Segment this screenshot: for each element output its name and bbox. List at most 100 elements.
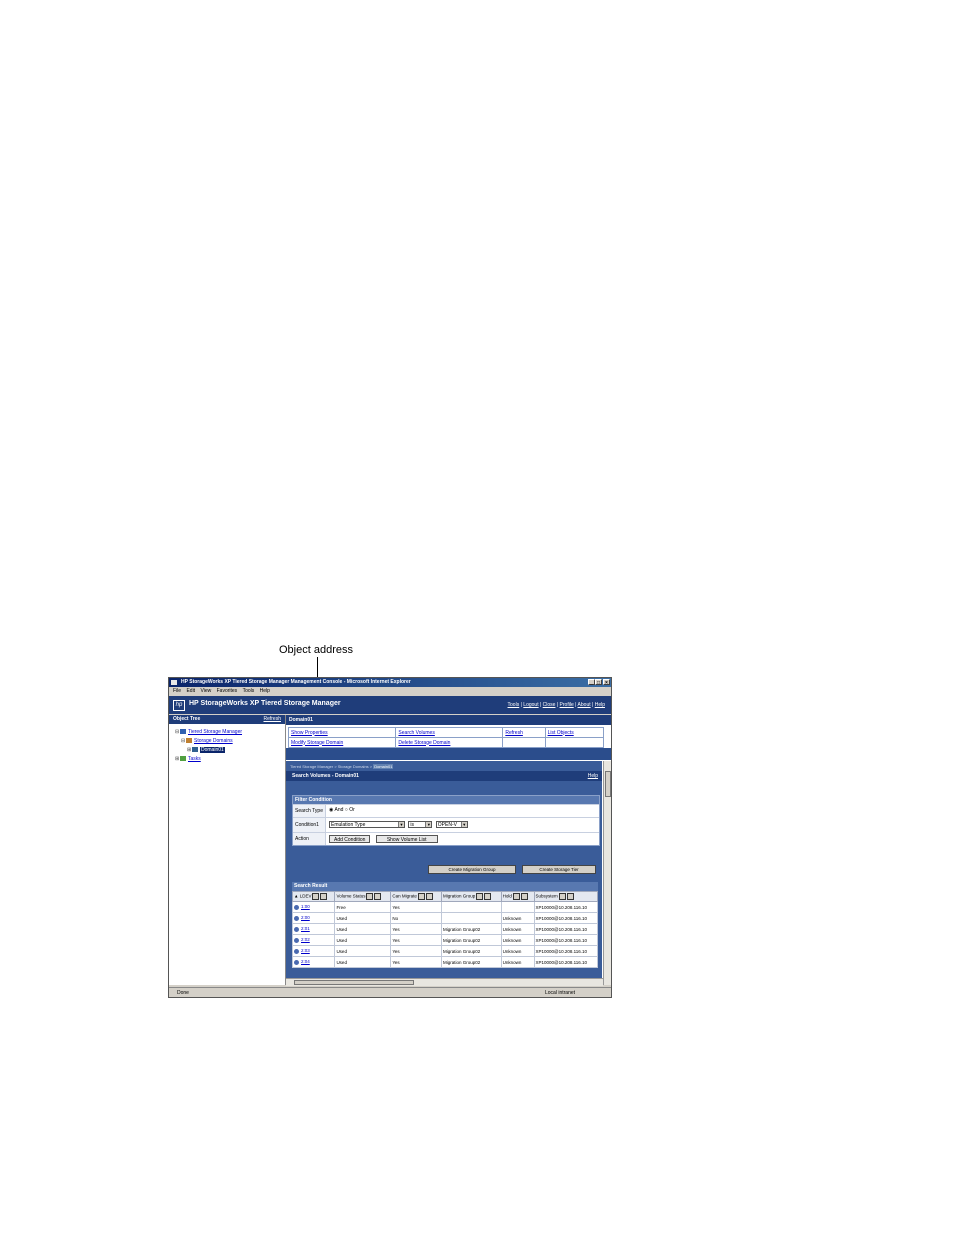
close-link[interactable]: Close (543, 702, 556, 708)
condition-operator-select[interactable]: is ▼ (408, 821, 433, 828)
table-cell: XP10000@10.208.116.10 (533, 923, 599, 935)
column-header-can-migrate[interactable]: Can Migrate (390, 891, 442, 902)
search-volumes-link[interactable]: Search Volumes (398, 730, 434, 736)
menu-help[interactable]: Help (260, 688, 270, 694)
tree-item-label[interactable]: Tiered Storage Manager (188, 729, 242, 735)
tree-item-tasks[interactable]: ⊞ Tasks (175, 756, 201, 762)
status-text: Done (177, 990, 189, 996)
maximize-button[interactable]: □ (595, 679, 602, 686)
horizontal-scrollbar[interactable] (286, 978, 603, 986)
domain-header: Domain01 (286, 715, 611, 725)
table-cell: Free (334, 901, 392, 913)
tree-item-label-selected[interactable]: Domain01 (200, 747, 225, 753)
show-properties-link[interactable]: Show Properties (291, 730, 328, 736)
menu-edit[interactable]: Edit (186, 688, 195, 694)
minimize-button[interactable]: _ (588, 679, 595, 686)
divider (286, 748, 611, 760)
condition-value-select[interactable]: OPEN-V ▼ (435, 821, 468, 828)
status-bar: Done Local intranet (169, 987, 611, 997)
refresh-link[interactable]: Refresh (505, 730, 523, 736)
table-row: 1:00 Free Yes XP10000@10.208.116.10 (291, 901, 599, 913)
menu-file[interactable]: File (173, 688, 181, 694)
condition-row: Condition1 Emulation Type ▼ is ▼ OPEN-V ▼ (293, 817, 599, 832)
column-label: ▲ LDEV (294, 893, 312, 899)
object-tree-header: Object Tree Refresh (169, 715, 285, 724)
ldev-link[interactable]: 2:01 (301, 926, 310, 931)
add-condition-button[interactable]: Add Condition (329, 835, 371, 843)
sort-desc-icon[interactable] (484, 893, 492, 900)
close-button[interactable]: × (603, 679, 610, 686)
sort-desc-icon[interactable] (566, 893, 574, 900)
tree-item-storage-domains[interactable]: ⊟ Storage Domains (181, 738, 233, 744)
condition-field-select[interactable]: Emulation Type ▼ (329, 821, 405, 828)
sort-asc-icon[interactable] (512, 893, 520, 900)
chevron-down-icon: ▼ (425, 822, 432, 827)
storage-domains-icon (186, 738, 192, 744)
tree-item-label[interactable]: Storage Domains (194, 738, 233, 744)
about-link[interactable]: About (578, 702, 591, 708)
help-link[interactable]: Help (595, 702, 605, 708)
column-header-subsystem[interactable]: Subsystem (533, 891, 599, 902)
tree-item-tiered-storage-manager[interactable]: ⊟ Tiered Storage Manager (175, 729, 242, 735)
table-cell: Unknown (500, 934, 535, 946)
create-migration-group-button[interactable]: Create Migration Group (428, 865, 516, 874)
tree-refresh-link[interactable]: Refresh (263, 715, 281, 724)
action-row: Action Add Condition Show Volume List (293, 832, 599, 845)
breadcrumb: Tiered Storage Manager > Storage Domains… (290, 764, 394, 769)
create-storage-tier-button[interactable]: Create Storage Tier (522, 865, 596, 874)
search-volumes-panel: Tiered Storage Manager > Storage Domains… (286, 761, 602, 985)
sort-asc-icon[interactable] (312, 893, 320, 900)
table-cell: Unknown (500, 945, 535, 957)
sort-asc-icon[interactable] (417, 893, 425, 900)
menu-favorites[interactable]: Favorites (217, 688, 238, 694)
tools-link[interactable]: Tools (508, 702, 520, 708)
radio-or-icon[interactable]: ○ (345, 807, 348, 813)
logout-link[interactable]: Logout (523, 702, 538, 708)
table-cell: Migration Group02 (440, 956, 502, 968)
column-header-migration-group[interactable]: Migration Group (440, 891, 502, 902)
profile-link[interactable]: Profile (560, 702, 574, 708)
volume-icon (294, 926, 299, 932)
sort-asc-icon[interactable] (558, 893, 566, 900)
sort-desc-icon[interactable] (320, 893, 328, 900)
sort-desc-icon[interactable] (520, 893, 528, 900)
scrollbar-thumb[interactable] (294, 980, 414, 985)
sort-desc-icon[interactable] (374, 893, 382, 900)
ldev-link[interactable]: 2:00 (301, 915, 310, 920)
ldev-link[interactable]: 2:02 (301, 937, 310, 942)
table-cell: Used (334, 934, 392, 946)
action-buttons: Add Condition Show Volume List (329, 835, 442, 843)
menu-view[interactable]: View (200, 688, 211, 694)
column-header-hold[interactable]: Hold (500, 891, 535, 902)
scrollbar-thumb[interactable] (605, 771, 611, 797)
condition-controls: Emulation Type ▼ is ▼ OPEN-V ▼ (329, 821, 470, 828)
sort-asc-icon[interactable] (366, 893, 374, 900)
list-objects-link[interactable]: List Objects (548, 730, 574, 736)
menu-tools[interactable]: Tools (243, 688, 255, 694)
column-label: Migration Group (442, 893, 476, 899)
delete-storage-domain-link[interactable]: Delete Storage Domain (398, 740, 450, 746)
tree-item-domain01[interactable]: ⊞ Domain01 (187, 747, 225, 753)
table-cell: Yes (390, 934, 442, 946)
table-cell: Unknown (500, 923, 535, 935)
ldev-link[interactable]: 2:04 (301, 959, 310, 964)
volume-icon (294, 948, 299, 954)
breadcrumb-path[interactable]: Tiered Storage Manager > Storage Domains… (290, 764, 373, 769)
column-header-volume-status[interactable]: Volume Status (334, 891, 392, 902)
ldev-link[interactable]: 2:03 (301, 948, 310, 953)
vertical-scrollbar[interactable] (603, 761, 611, 985)
panel-help-link[interactable]: Help (588, 771, 598, 781)
volume-icon (294, 915, 299, 921)
window-title: HP StorageWorks XP Tiered Storage Manage… (181, 679, 411, 685)
volume-icon (294, 937, 299, 943)
modify-storage-domain-link[interactable]: Modify Storage Domain (291, 740, 343, 746)
table-cell: Migration Group02 (440, 945, 502, 957)
sort-desc-icon[interactable] (425, 893, 433, 900)
sort-asc-icon[interactable] (476, 893, 484, 900)
table-cell: Yes (390, 923, 442, 935)
column-header-ldev[interactable]: ▲ LDEV (291, 891, 336, 902)
radio-and-icon[interactable]: ◉ (329, 807, 333, 813)
ldev-link[interactable]: 1:00 (301, 904, 310, 909)
tree-item-label[interactable]: Tasks (188, 756, 201, 762)
show-volume-list-button[interactable]: Show Volume List (375, 835, 438, 843)
